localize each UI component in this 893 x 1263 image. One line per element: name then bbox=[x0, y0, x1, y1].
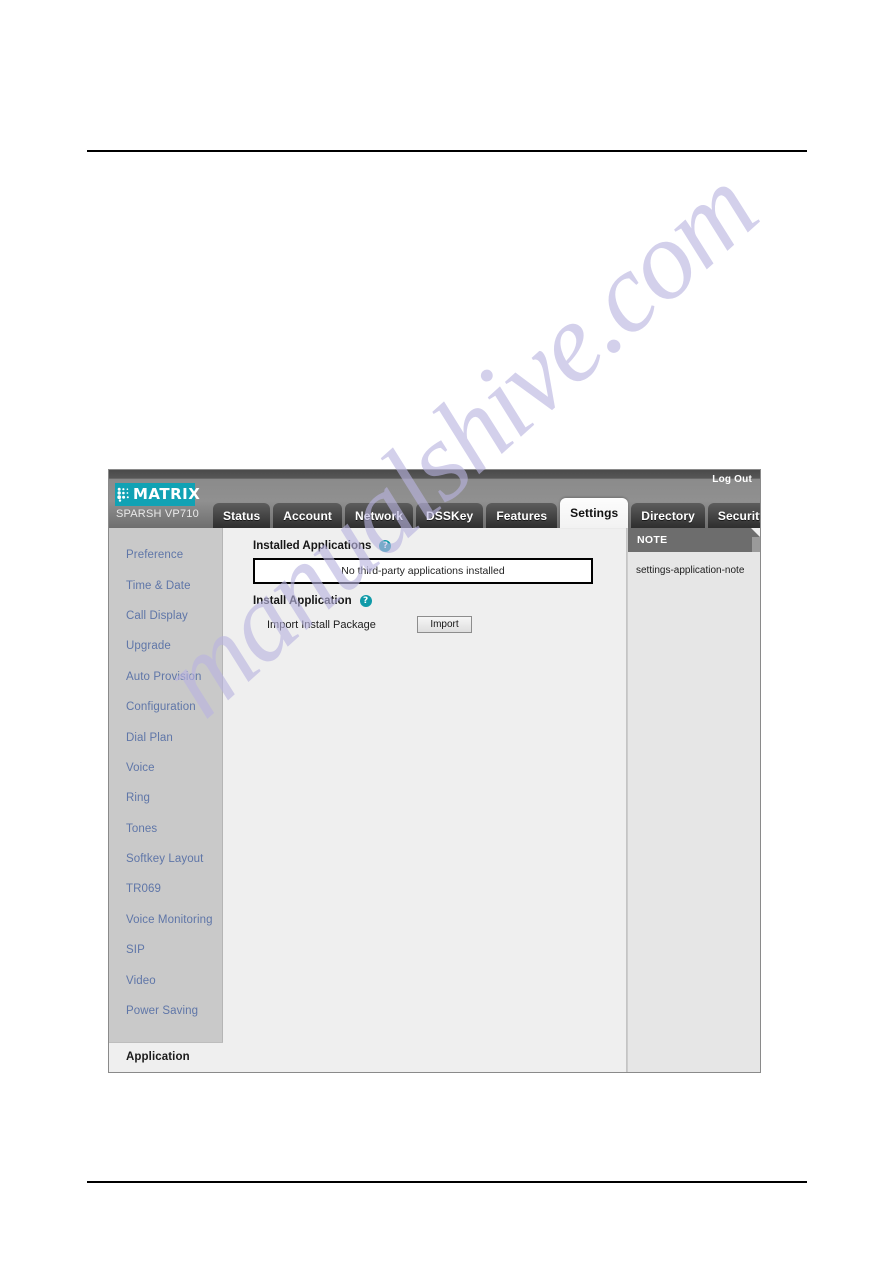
tab-account[interactable]: Account bbox=[273, 503, 342, 528]
document-page: MATRIX SPARSH VP710 Log Out Status Accou… bbox=[0, 0, 893, 1263]
page-rule-bottom bbox=[87, 1181, 807, 1183]
note-panel-title: NOTE bbox=[637, 534, 668, 546]
installed-applications-list: No third-party applications installed bbox=[253, 558, 593, 584]
sidebar-item-power-saving[interactable]: Power Saving bbox=[109, 996, 222, 1026]
settings-application-content: Installed Applications ? No third-party … bbox=[223, 528, 627, 1072]
note-panel-header: NOTE bbox=[628, 528, 760, 552]
settings-sidebar: Preference Time & Date Call Display Upgr… bbox=[109, 528, 223, 1072]
import-install-package-label: Import Install Package bbox=[267, 618, 376, 631]
installed-applications-label: Installed Applications bbox=[253, 540, 372, 552]
web-ui-screenshot: MATRIX SPARSH VP710 Log Out Status Accou… bbox=[108, 469, 761, 1073]
tab-directory[interactable]: Directory bbox=[631, 503, 705, 528]
installed-applications-empty-message: No third-party applications installed bbox=[341, 565, 505, 577]
sidebar-item-ring[interactable]: Ring bbox=[109, 783, 222, 813]
note-panel: NOTE settings-application-note bbox=[627, 528, 760, 1072]
sidebar-item-tones[interactable]: Tones bbox=[109, 814, 222, 844]
install-application-heading: Install Application ? bbox=[253, 595, 626, 607]
tab-security[interactable]: Security bbox=[707, 503, 760, 528]
device-model: SPARSH VP710 bbox=[116, 508, 199, 520]
sidebar-item-voice-monitoring[interactable]: Voice Monitoring bbox=[109, 905, 222, 935]
note-fold-tab bbox=[752, 537, 760, 552]
brand-name: MATRIX bbox=[133, 485, 201, 503]
import-button[interactable]: Import bbox=[417, 616, 472, 633]
brand-logo: MATRIX bbox=[115, 483, 200, 506]
sidebar-item-configuration[interactable]: Configuration bbox=[109, 692, 222, 722]
installed-applications-heading: Installed Applications ? bbox=[253, 540, 626, 552]
sidebar-item-softkey-layout[interactable]: Softkey Layout bbox=[109, 844, 222, 874]
sidebar-item-voice[interactable]: Voice bbox=[109, 753, 222, 783]
matrix-dots-icon bbox=[117, 487, 129, 502]
sidebar-item-preference[interactable]: Preference bbox=[109, 540, 222, 570]
page-rule-top bbox=[87, 150, 807, 152]
sidebar-item-time-date[interactable]: Time & Date bbox=[109, 570, 222, 600]
help-icon-install-application[interactable]: ? bbox=[359, 595, 372, 607]
sidebar-item-auto-provision[interactable]: Auto Provision bbox=[109, 662, 222, 692]
app-body: Preference Time & Date Call Display Upgr… bbox=[109, 528, 760, 1072]
sidebar-item-dial-plan[interactable]: Dial Plan bbox=[109, 722, 222, 752]
note-panel-body: settings-application-note bbox=[636, 565, 745, 576]
sidebar-item-application[interactable]: Application bbox=[109, 1041, 223, 1072]
note-fold-corner-icon bbox=[751, 528, 760, 537]
tab-settings[interactable]: Settings bbox=[560, 498, 629, 528]
tab-status[interactable]: Status bbox=[213, 503, 271, 528]
tab-features[interactable]: Features bbox=[486, 503, 558, 528]
tab-dsskey[interactable]: DSSKey bbox=[416, 503, 484, 528]
main-tab-bar: Status Account Network DSSKey Features S… bbox=[213, 498, 760, 528]
install-application-label: Install Application bbox=[253, 595, 352, 607]
tab-network[interactable]: Network bbox=[344, 503, 414, 528]
sidebar-item-call-display[interactable]: Call Display bbox=[109, 601, 222, 631]
app-header: MATRIX SPARSH VP710 Log Out Status Accou… bbox=[109, 470, 760, 528]
help-icon-installed-applications[interactable]: ? bbox=[379, 540, 392, 552]
sidebar-item-tr069[interactable]: TR069 bbox=[109, 874, 222, 904]
logout-link[interactable]: Log Out bbox=[712, 474, 752, 485]
import-install-package-row: Import Install Package Import bbox=[253, 616, 626, 633]
sidebar-item-upgrade[interactable]: Upgrade bbox=[109, 631, 222, 661]
sidebar-item-video[interactable]: Video bbox=[109, 965, 222, 995]
sidebar-item-sip[interactable]: SIP bbox=[109, 935, 222, 965]
